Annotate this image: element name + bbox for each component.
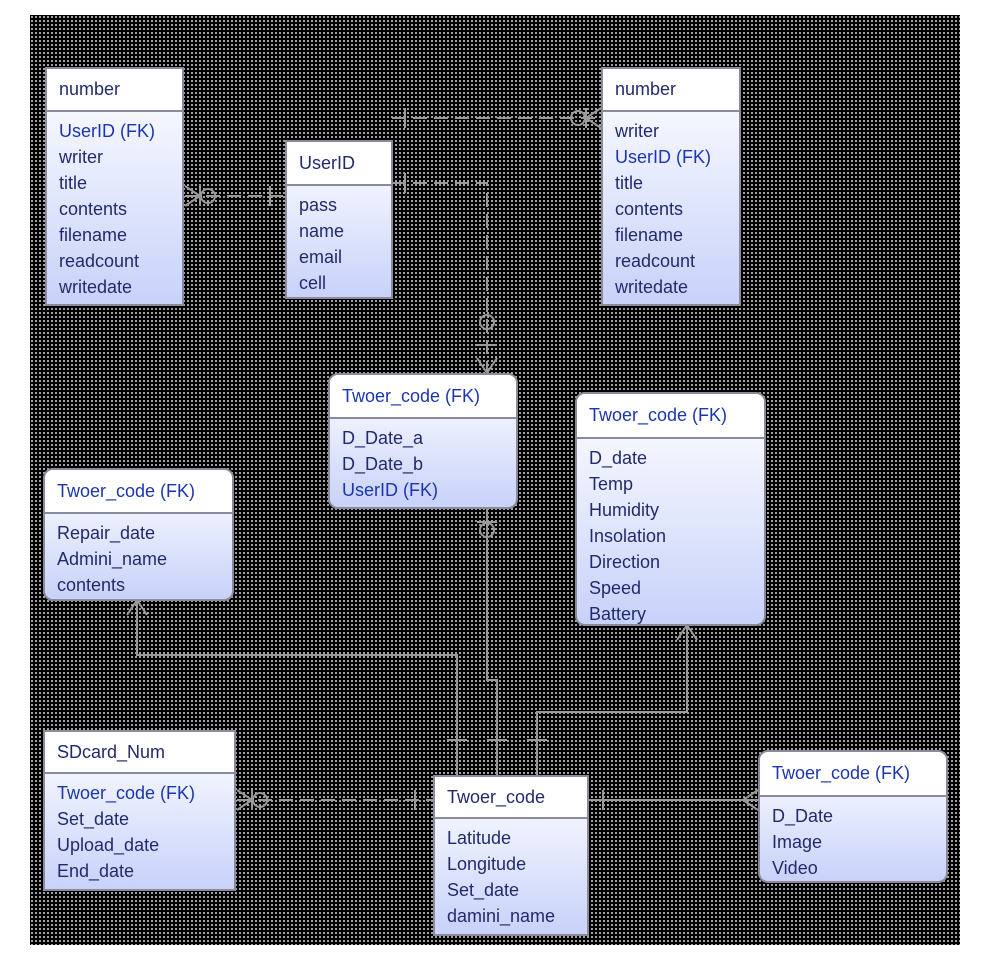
entity-attribute: Set_date — [57, 809, 130, 829]
entity-attribute: Battery — [589, 604, 647, 624]
entity-attributes: D_date Temp Humidity Insolation Direction Spe… — [577, 439, 764, 624]
entity-attribute: Video — [772, 858, 818, 878]
rel-user-date-marks — [404, 173, 498, 375]
entity-attribute: contents — [615, 199, 684, 219]
entity-weather[interactable]: Twoer_code (FK) D_date Temp Humidity Insolat… — [575, 392, 766, 626]
entity-attribute: UserID (FK) — [59, 121, 155, 141]
entity-attribute: Longitude — [447, 854, 527, 874]
entity-attribute: filename — [615, 225, 684, 245]
entity-attribute: title — [615, 173, 644, 193]
entity-attribute: writer — [59, 147, 103, 167]
entity-attribute: Upload_date — [57, 835, 160, 855]
entity-attribute: Temp — [589, 474, 634, 494]
entity-attribute: writedate — [59, 277, 133, 297]
entity-attribute: cell — [299, 273, 327, 293]
entity-attribute: D_Date — [772, 806, 834, 826]
entity-primary-key: UserID — [287, 142, 391, 186]
entity-attributes: writer UserID (FK) title contents filename re… — [603, 112, 739, 304]
entity-attribute: Set_date — [447, 880, 520, 900]
entity-primary-key: SDcard_Num — [45, 732, 234, 774]
entity-repair[interactable]: Twoer_code (FK) Repair_date Admini_namecon… — [43, 468, 234, 601]
entity-board-left[interactable]: number UserID (FK) writer title contents file… — [45, 67, 184, 306]
entity-primary-key: Twoer_code (FK) — [45, 470, 232, 514]
entity-user[interactable]: UserID pass name email cell — [285, 140, 393, 299]
entity-attribute: name — [299, 221, 345, 241]
entity-attribute: UserID (FK) — [342, 480, 438, 500]
entity-attribute: D_Date_b — [342, 454, 424, 474]
entity-attribute: email — [299, 247, 343, 267]
entity-attribute: Admini_name — [57, 549, 168, 569]
rel-tower-date — [477, 508, 507, 775]
entity-primary-key: number — [47, 69, 182, 112]
entity-attribute: contents — [57, 575, 126, 595]
rel-user-date — [392, 182, 488, 373]
entity-attribute: pass — [299, 195, 338, 215]
entity-date-entity[interactable]: Twoer_code (FK) D_Date_a D_Date_b UserID (F… — [328, 373, 518, 509]
entity-attribute: Insolation — [589, 526, 667, 546]
entity-attribute: Image — [772, 832, 823, 852]
entity-attributes: UserID (FK) writer title contents filename re… — [47, 112, 182, 304]
entity-attribute: Repair_date — [57, 523, 156, 543]
entity-primary-key: Twoer_code — [435, 777, 587, 819]
entity-attribute: D_Date_a — [342, 428, 424, 448]
entity-attribute: contents — [59, 199, 128, 219]
entity-primary-key: Twoer_code (FK) — [330, 375, 516, 419]
entity-attributes: Twoer_code (FK) Set_date Upload_date End_da… — [45, 774, 234, 889]
entity-attribute: Twoer_code (FK) — [57, 783, 196, 803]
entity-attribute: filename — [59, 225, 128, 245]
entity-attribute: readcount — [59, 251, 140, 271]
entity-attribute: readcount — [615, 251, 696, 271]
entity-attributes: Repair_date Admini_name contents — [45, 514, 232, 599]
entity-attribute: Speed — [589, 578, 642, 598]
entity-attributes: D_Date Image Video — [760, 797, 946, 881]
entity-media[interactable]: Twoer_code (FK) D_Date Image Video — [758, 750, 948, 883]
entity-attributes: pass name email cell — [287, 186, 391, 297]
entity-attribute: writer — [615, 121, 659, 141]
entity-attributes: Latitude Longitude Set_date damini_name — [435, 819, 587, 934]
rel-tower-media — [588, 789, 759, 811]
entity-primary-key: Twoer_code (FK) — [760, 752, 946, 797]
entity-attribute: title — [59, 173, 88, 193]
entity-attribute: UserID (FK) — [615, 147, 711, 167]
entity-attribute: End_date — [57, 861, 135, 881]
entity-attribute: Latitude — [447, 828, 512, 848]
entity-attribute: Humidity — [589, 500, 660, 520]
entity-attribute: writedate — [615, 277, 689, 297]
entity-attributes: D_Date_a D_Date_b UserID (FK) — [330, 419, 516, 507]
entity-attribute: Direction — [589, 552, 661, 572]
rel-tower-weather — [527, 623, 698, 775]
entity-primary-key: number — [603, 69, 739, 112]
entity-sdcard[interactable]: SDcard_Num Twoer_code (FK) Set_date Upload_… — [43, 730, 236, 891]
entity-board-right[interactable]: number writer UserID (FK) title contents file… — [601, 67, 741, 306]
entity-tower[interactable]: Twoer_code Latitude Longitude Set_datedamin… — [433, 775, 589, 936]
entity-attribute: damini_name — [447, 906, 556, 926]
entity-primary-key: Twoer_code (FK) — [577, 394, 764, 439]
er-diagram: number UserID (FK) writer title contents file… — [0, 0, 996, 955]
entity-attribute: D_date — [589, 448, 648, 468]
